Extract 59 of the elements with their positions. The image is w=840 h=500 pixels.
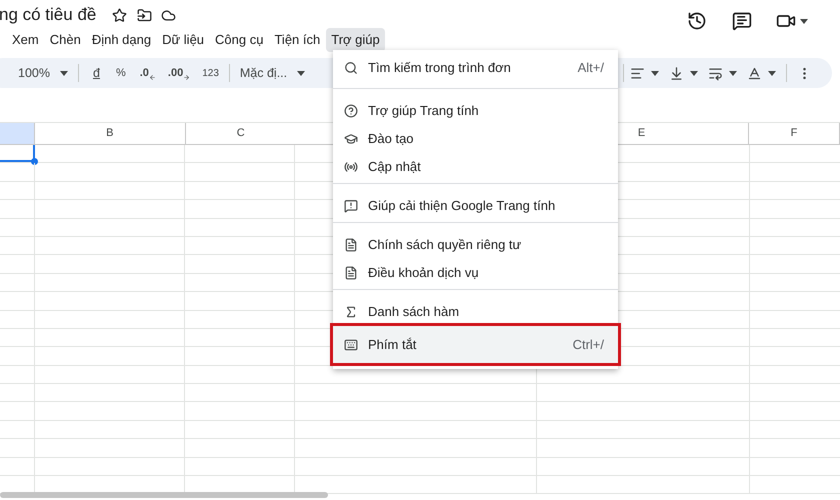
graduation-cap-icon (344, 132, 358, 146)
feedback-icon (344, 199, 358, 213)
caret-icon (690, 70, 698, 76)
scrollbar-thumb[interactable] (0, 492, 328, 498)
column-header[interactable]: C (186, 123, 296, 144)
menu-item[interactable]: Trợ giúp Trang tính (333, 97, 618, 125)
menu-bar-item[interactable]: Xem (7, 28, 44, 52)
document-icon (344, 266, 358, 280)
arrow-right-icon (183, 74, 190, 82)
currency-format-button[interactable]: đ (88, 64, 104, 82)
selection-handle[interactable] (31, 158, 38, 166)
caret-icon (651, 70, 659, 76)
vertical-align-dropdown[interactable] (669, 66, 698, 80)
menu-bar-item[interactable]: Dữ liệu (157, 28, 210, 52)
document-title[interactable]: ng có tiêu đề (0, 2, 96, 28)
arrow-down-icon (669, 66, 684, 80)
text-color-icon (747, 66, 762, 80)
column-header[interactable]: F (749, 123, 839, 144)
increase-decimal-button[interactable]: .00 (168, 64, 190, 82)
move-folder-icon[interactable] (137, 8, 152, 22)
align-dropdown[interactable] (630, 66, 659, 80)
menu-bar-item[interactable]: Trợ giúp (326, 28, 385, 52)
menu-item[interactable]: Điều khoản dịch vụ (333, 259, 618, 287)
percent-format-button[interactable]: % (116, 64, 126, 82)
history-icon[interactable] (687, 11, 707, 31)
menu-bar-item[interactable]: Chèn (44, 28, 86, 52)
font-dropdown[interactable]: Mặc đị... (240, 64, 306, 82)
menu-item[interactable]: Tìm kiếm trong trình đơn Alt+/ (333, 54, 618, 82)
sigma-icon (344, 305, 358, 319)
star-icon[interactable] (112, 8, 128, 22)
comment-icon[interactable] (732, 11, 752, 31)
menu-bar-item[interactable]: Tiện ích (269, 28, 326, 52)
menu-bar-item[interactable]: Định dạng (86, 28, 156, 52)
wrap-icon (708, 66, 723, 80)
number-format-button[interactable]: 123 (202, 66, 219, 80)
help-icon (344, 104, 358, 118)
antenna-icon (344, 160, 358, 174)
menu-item[interactable]: Chính sách quyền riêng tư (333, 231, 618, 259)
decrease-decimal-button[interactable]: .0 (140, 64, 156, 82)
caret-icon (768, 70, 776, 76)
menu-item[interactable]: Phím tắt Ctrl+/ (333, 326, 618, 363)
menu-item[interactable]: Danh sách hàm (333, 298, 618, 326)
search-icon (344, 61, 358, 75)
caret-icon (60, 70, 68, 76)
menu-item[interactable]: Giúp cải thiện Google Trang tính (333, 192, 618, 220)
caret-icon (800, 18, 808, 24)
align-left-icon (630, 66, 645, 80)
column-header[interactable]: B (34, 123, 185, 144)
menu-item[interactable]: Cập nhật (333, 153, 618, 181)
zoom-dropdown[interactable]: 100% (18, 64, 68, 82)
wrap-dropdown[interactable] (708, 66, 737, 80)
text-color-dropdown[interactable] (747, 66, 776, 80)
caret-icon (297, 70, 306, 76)
cloud-icon[interactable] (161, 8, 176, 22)
caret-icon (729, 70, 737, 76)
document-icon (344, 238, 358, 252)
keyboard-icon (344, 338, 358, 352)
arrow-left-icon (148, 74, 156, 82)
menu-bar-item[interactable]: Công cụ (210, 28, 268, 52)
